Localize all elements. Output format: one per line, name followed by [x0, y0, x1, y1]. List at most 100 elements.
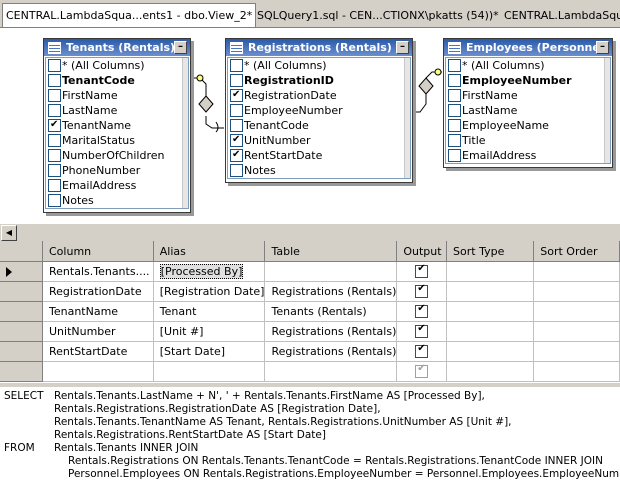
cell-table[interactable]: Tenants (Rentals): [264, 301, 398, 322]
cell-table[interactable]: [264, 261, 398, 282]
table-column-row[interactable]: Title: [446, 133, 610, 148]
column-header-sort-type[interactable]: Sort Type: [446, 241, 535, 262]
cell-output[interactable]: [396, 321, 448, 342]
column-header-table[interactable]: Table: [264, 241, 398, 262]
cell-sort-type[interactable]: [446, 361, 535, 382]
column-checkbox[interactable]: [448, 104, 461, 117]
column-header-column[interactable]: Column: [42, 241, 154, 262]
table-column-row[interactable]: EmployeeName: [446, 118, 610, 133]
cell-alias[interactable]: [Start Date]: [153, 341, 266, 362]
column-checkbox[interactable]: [48, 164, 61, 177]
tab-sql-query[interactable]: SQLQuery1.sql - CEN...CTIONX\pkatts (54)…: [253, 6, 503, 25]
column-header-output[interactable]: Output: [396, 241, 448, 262]
column-checkbox[interactable]: [230, 119, 243, 132]
table-column-row[interactable]: EmployeeNumber: [446, 73, 610, 88]
tab-other-view[interactable]: CENTRAL.LambdaSqua...: [500, 6, 620, 25]
cell-alias[interactable]: Tenant: [153, 301, 266, 322]
cell-sort-order[interactable]: [533, 281, 620, 302]
column-checkbox[interactable]: [448, 89, 461, 102]
cell-sort-type[interactable]: [446, 281, 535, 302]
column-header-sort-order[interactable]: Sort Order: [533, 241, 620, 262]
column-checkbox[interactable]: [448, 59, 461, 72]
diagram-horizontal-scrollbar[interactable]: ◀: [0, 223, 620, 241]
cell-output[interactable]: [396, 301, 448, 322]
cell-column[interactable]: RegistrationDate: [42, 281, 154, 302]
table-column-row[interactable]: EmailAddress: [46, 178, 188, 193]
table-column-row[interactable]: Notes: [46, 193, 188, 208]
cell-output[interactable]: [396, 261, 448, 282]
cell-table[interactable]: [264, 361, 398, 382]
cell-column[interactable]: Rentals.Tenants....: [42, 261, 154, 282]
tab-view-designer[interactable]: CENTRAL.LambdaSqua...ents1 - dbo.View_2*: [2, 3, 257, 27]
diagram-pane[interactable]: Tenants (Rentals) – * (All Columns) Tenan…: [0, 28, 620, 223]
cell-sort-order[interactable]: [533, 301, 620, 322]
row-selector[interactable]: [0, 321, 43, 342]
table-column-row[interactable]: * (All Columns): [446, 58, 610, 73]
column-checkbox[interactable]: [230, 87, 243, 102]
column-checkbox[interactable]: [230, 104, 243, 117]
column-checkbox[interactable]: [230, 74, 243, 87]
table-column-row[interactable]: Notes: [228, 163, 410, 178]
column-checkbox[interactable]: [48, 59, 61, 72]
output-checkbox[interactable]: [415, 343, 429, 359]
table-column-row[interactable]: RegistrationID: [228, 73, 410, 88]
output-checkbox[interactable]: [415, 363, 429, 379]
grid-row[interactable]: [0, 361, 620, 382]
table-column-row[interactable]: LastName: [446, 103, 610, 118]
table-column-row[interactable]: NumberOfChildren: [46, 148, 188, 163]
table-column-row[interactable]: * (All Columns): [228, 58, 410, 73]
grid-row[interactable]: RegistrationDate [Registration Date] Regis…: [0, 281, 620, 302]
grid-row[interactable]: TenantName Tenant Tenants (Rentals): [0, 301, 620, 322]
output-checkbox[interactable]: [415, 263, 429, 279]
output-checkbox[interactable]: [415, 323, 429, 339]
table-tenants-title[interactable]: Tenants (Rentals) –: [44, 39, 190, 56]
column-checkbox[interactable]: [448, 149, 461, 162]
cell-column[interactable]: [42, 361, 154, 382]
grid-row[interactable]: RentStartDate [Start Date] Registrations (…: [0, 341, 620, 362]
column-checkbox[interactable]: [48, 117, 61, 132]
cell-alias[interactable]: [Processed By]: [153, 261, 266, 282]
table-tenants[interactable]: Tenants (Rentals) – * (All Columns) Tenan…: [43, 38, 191, 213]
cell-sort-type[interactable]: [446, 321, 535, 342]
sql-pane[interactable]: SELECT Rentals.Tenants.LastName + N', ' …: [0, 385, 620, 487]
cell-output[interactable]: [396, 361, 448, 382]
cell-alias[interactable]: [153, 361, 266, 382]
table-column-row[interactable]: PhoneNumber: [46, 163, 188, 178]
table-column-row[interactable]: TenantCode: [46, 73, 188, 88]
column-checkbox[interactable]: [48, 149, 61, 162]
table-employees[interactable]: Employees (Personnel) – * (All Columns) E…: [443, 38, 613, 168]
cell-table[interactable]: Registrations (Rentals): [264, 321, 398, 342]
table-column-row[interactable]: EmployeeNumber: [228, 103, 410, 118]
join-tenants-registrations[interactable]: [190, 74, 224, 133]
output-checkbox[interactable]: [415, 283, 429, 299]
row-selector[interactable]: [0, 301, 43, 322]
column-checkbox[interactable]: [48, 89, 61, 102]
column-checkbox[interactable]: [448, 74, 461, 87]
column-header-alias[interactable]: Alias: [153, 241, 266, 262]
table-column-row[interactable]: * (All Columns): [46, 58, 188, 73]
cell-column[interactable]: UnitNumber: [42, 321, 154, 342]
minimize-button[interactable]: –: [174, 41, 187, 54]
cell-column[interactable]: TenantName: [42, 301, 154, 322]
cell-output[interactable]: [396, 341, 448, 362]
table-column-row[interactable]: RegistrationDate: [228, 87, 410, 103]
cell-sort-order[interactable]: [533, 361, 620, 382]
grid-row[interactable]: Rentals.Tenants.... [Processed By]: [0, 261, 620, 282]
column-checkbox[interactable]: [48, 74, 61, 87]
table-vertical-scrollbar[interactable]: [404, 58, 410, 178]
output-checkbox[interactable]: [415, 303, 429, 319]
cell-sort-order[interactable]: [533, 321, 620, 342]
column-checkbox[interactable]: [230, 59, 243, 72]
column-checkbox[interactable]: [48, 179, 61, 192]
cell-table[interactable]: Registrations (Rentals): [264, 341, 398, 362]
column-checkbox[interactable]: [48, 104, 61, 117]
table-column-row[interactable]: LastName: [46, 103, 188, 118]
table-vertical-scrollbar[interactable]: [182, 58, 188, 208]
cell-sort-type[interactable]: [446, 301, 535, 322]
cell-sort-order[interactable]: [533, 341, 620, 362]
row-selector[interactable]: [0, 341, 43, 362]
grid-row[interactable]: UnitNumber [Unit #] Registrations (Rentals…: [0, 321, 620, 342]
column-checkbox[interactable]: [448, 119, 461, 132]
cell-sort-type[interactable]: [446, 341, 535, 362]
cell-table[interactable]: Registrations (Rentals): [264, 281, 398, 302]
